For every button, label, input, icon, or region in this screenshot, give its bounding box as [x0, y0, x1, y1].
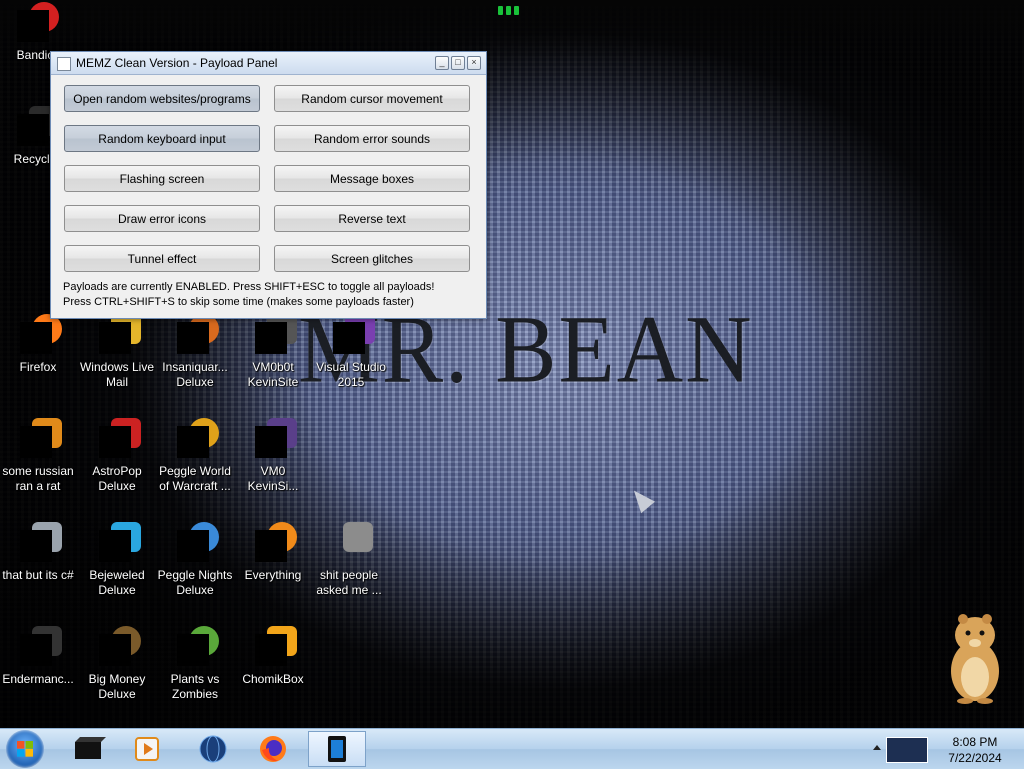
- payload-button-draw-error-icons[interactable]: Draw error icons: [64, 205, 260, 232]
- desktop-icon-label: Endermanc...: [2, 672, 74, 686]
- desktop-icon-label: Windows Live Mail: [79, 360, 155, 389]
- desktop-icon-label: Peggle World of Warcraft ...: [159, 464, 231, 493]
- bejeweled-icon: [99, 522, 141, 564]
- desktop-icon-some-russian[interactable]: some russian ran a rat: [0, 418, 77, 494]
- taskbar-item-firefox[interactable]: [246, 731, 300, 767]
- firefox-icon: [260, 736, 286, 762]
- folder-icon: [331, 522, 373, 564]
- desktop-icon-big-money[interactable]: Big Money Deluxe: [78, 626, 156, 702]
- window-titlebar[interactable]: MEMZ Clean Version - Payload Panel _ □ ×: [51, 52, 486, 75]
- desktop: MR. BEAN Bandic Recycle Firefox some rus…: [0, 0, 1024, 728]
- clock[interactable]: 8:08 PM 7/22/2024: [935, 734, 1015, 766]
- globe-icon: [199, 735, 227, 763]
- desktop-icon-label: shit people asked me ...: [316, 568, 382, 597]
- recycle-bin-icon: [17, 106, 59, 148]
- peggle-wow-icon: [177, 418, 219, 460]
- desktop-icon-label: AstroPop Deluxe: [92, 464, 142, 493]
- desktop-icon-people-asked[interactable]: shit people asked me ...: [310, 522, 388, 598]
- desktop-icon-label: Insaniquar... Deluxe: [162, 360, 228, 389]
- everything-icon: [255, 522, 297, 564]
- taskbar: 8:08 PM 7/22/2024: [0, 728, 1024, 769]
- payload-button-cursor-movement[interactable]: Random cursor movement: [274, 85, 470, 112]
- payload-button-reverse-text[interactable]: Reverse text: [274, 205, 470, 232]
- media-player-icon: [135, 737, 159, 761]
- status-line-skip: Press CTRL+SHIFT+S to skip some time (ma…: [63, 296, 414, 308]
- file-icon: [20, 418, 62, 460]
- minimize-icon[interactable]: _: [435, 56, 449, 70]
- payload-button-message-boxes[interactable]: Message boxes: [274, 165, 470, 192]
- desktop-icon-label: Visual Studio 2015: [316, 360, 386, 389]
- payload-button-error-sounds[interactable]: Random error sounds: [274, 125, 470, 152]
- desktop-icon-label: some russian ran a rat: [2, 464, 74, 493]
- desktop-icon-peggle-nights[interactable]: Peggle Nights Deluxe: [156, 522, 234, 598]
- vm-icon: [255, 418, 297, 460]
- payload-button-screen-glitches[interactable]: Screen glitches: [274, 245, 470, 272]
- app-icon: [57, 57, 71, 71]
- desktop-icon-label: Firefox: [19, 360, 57, 374]
- desktop-icon-chomikbox[interactable]: ChomikBox: [234, 626, 312, 687]
- desktop-icon-bejeweled[interactable]: Bejeweled Deluxe: [78, 522, 156, 598]
- desktop-icon-vm0-kevinsite[interactable]: VM0 KevinSi...: [234, 418, 312, 494]
- firefox-icon: [20, 314, 62, 356]
- bandicam-icon: [17, 2, 59, 44]
- payload-button-flashing-screen[interactable]: Flashing screen: [64, 165, 260, 192]
- top-leds: [498, 6, 519, 15]
- desktop-icon-label: Plants vs Zombies: [170, 672, 220, 701]
- taskbar-item-media-center[interactable]: [62, 731, 116, 767]
- memz-icon: [328, 736, 346, 762]
- mail-icon: [99, 314, 141, 356]
- desktop-icon-visual-studio[interactable]: Visual Studio 2015: [312, 314, 390, 390]
- close-icon[interactable]: ×: [467, 56, 481, 70]
- start-button[interactable]: [6, 730, 44, 768]
- mouse-cursor-icon: [627, 484, 655, 514]
- taskbar-item-memz[interactable]: [308, 731, 366, 767]
- payload-button-open-websites[interactable]: Open random websites/programs: [64, 85, 260, 112]
- payload-panel-window[interactable]: MEMZ Clean Version - Payload Panel _ □ ×…: [50, 51, 487, 319]
- terminal-icon: [20, 626, 62, 668]
- hamster-gadget-icon[interactable]: [945, 605, 1005, 705]
- taskbar-item-media-player[interactable]: [120, 731, 174, 767]
- desktop-icon-plants-vs-zombies[interactable]: Plants vs Zombies: [156, 626, 234, 702]
- desktop-icon-windows-live-mail[interactable]: Windows Live Mail: [78, 314, 156, 390]
- visual-studio-icon: [333, 314, 375, 356]
- desktop-icon-label: that but its c#: [2, 568, 74, 582]
- desktop-icon-label: Everything: [244, 568, 302, 582]
- desktop-icon-astropop[interactable]: AstroPop Deluxe: [78, 418, 156, 494]
- status-text: Payloads are currently ENABLED. Press SH…: [63, 280, 434, 310]
- peggle-nights-icon: [177, 522, 219, 564]
- windows-logo-icon: [17, 741, 33, 757]
- show-hidden-icons-icon[interactable]: [873, 745, 881, 750]
- maximize-icon[interactable]: □: [451, 56, 465, 70]
- desktop-icon-peggle-wow[interactable]: Peggle World of Warcraft ...: [156, 418, 234, 494]
- taskbar-item-globe[interactable]: [186, 731, 240, 767]
- media-center-icon: [75, 737, 106, 759]
- clock-time: 8:08 PM: [952, 735, 998, 749]
- desktop-icon-insaniquarium[interactable]: Insaniquar... Deluxe: [156, 314, 234, 390]
- desktop-icon-label: Peggle Nights Deluxe: [157, 568, 233, 597]
- desktop-icon-label: Big Money Deluxe: [88, 672, 146, 701]
- payload-button-keyboard-input[interactable]: Random keyboard input: [64, 125, 260, 152]
- desktop-icon-label: VM0 KevinSi...: [247, 464, 299, 493]
- vm-icon: [255, 314, 297, 356]
- clock-date: 7/22/2024: [948, 751, 1002, 765]
- desktop-icon-label: VM0b0t KevinSite: [247, 360, 299, 389]
- chomikbox-icon: [255, 626, 297, 668]
- astropop-icon: [99, 418, 141, 460]
- status-line-enabled: Payloads are currently ENABLED. Press SH…: [63, 281, 435, 293]
- desktop-icon-label: Bejeweled Deluxe: [89, 568, 145, 597]
- desktop-icon-label: ChomikBox: [242, 672, 304, 686]
- plants-icon: [177, 626, 219, 668]
- desktop-icon-that-but-its-cs[interactable]: that but its c#: [0, 522, 77, 583]
- desktop-icon-firefox[interactable]: Firefox: [0, 314, 77, 375]
- desktop-icon-everything[interactable]: Everything: [234, 522, 312, 583]
- window-title: MEMZ Clean Version - Payload Panel: [76, 56, 278, 70]
- copy-icon: [20, 522, 62, 564]
- desktop-icon-endermanch[interactable]: Endermanc...: [0, 626, 77, 687]
- tray-app-icon[interactable]: [886, 737, 928, 763]
- payload-button-tunnel-effect[interactable]: Tunnel effect: [64, 245, 260, 272]
- money-bag-icon: [99, 626, 141, 668]
- desktop-icon-vm0b0t[interactable]: VM0b0t KevinSite: [234, 314, 312, 390]
- insaniquarium-icon: [177, 314, 219, 356]
